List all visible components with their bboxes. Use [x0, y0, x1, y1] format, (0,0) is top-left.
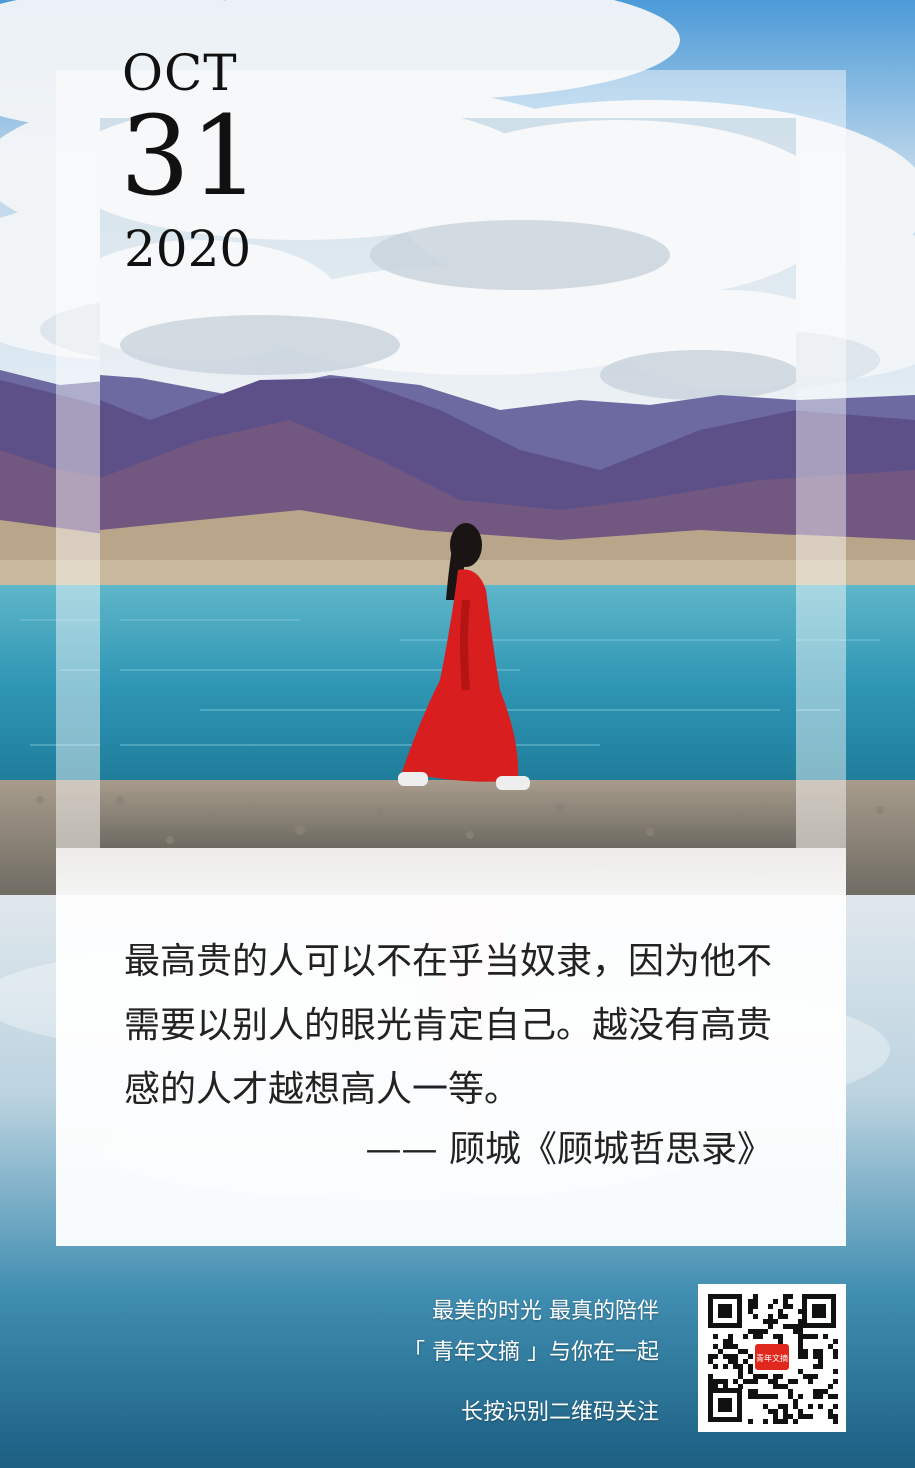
quote-line: 需要以别人的眼光肯定自己。越没有高贵: [124, 1005, 773, 1046]
quote-line: 感的人才越想高人一等。: [124, 1069, 521, 1110]
footer-scan-hint: 长按识别二维码关注: [460, 1400, 659, 1425]
quote-attribution: —— 顾城《顾城哲思录》: [365, 1129, 773, 1170]
quote-line: 最高贵的人可以不在乎当奴隶，因为他不: [124, 941, 773, 982]
quote-text: 最高贵的人可以不在乎当奴隶，因为他不 需要以别人的眼光肯定自己。越没有高贵 感的…: [124, 930, 774, 1122]
date-day: 31: [120, 92, 260, 220]
date-year: 2020: [124, 220, 252, 278]
footer-slogan-1: 最美的时光 最真的陪伴: [432, 1299, 659, 1324]
qr-code[interactable]: 青年文摘: [698, 1284, 846, 1432]
qr-badge-text: 青年文摘: [756, 1353, 788, 1363]
footer-slogan-2: 「 青年文摘 」与你在一起: [403, 1340, 659, 1365]
